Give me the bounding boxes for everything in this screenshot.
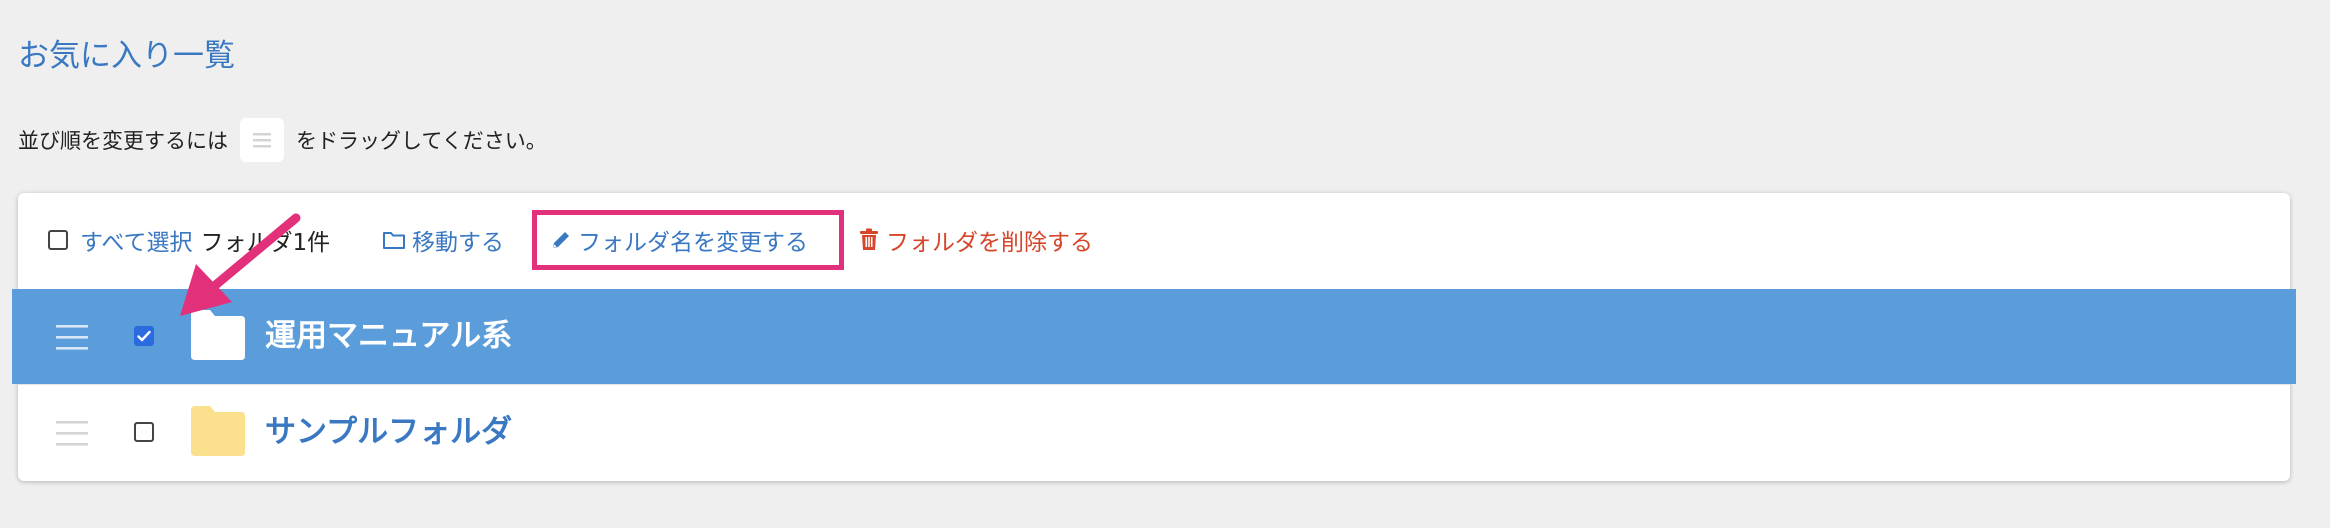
sort-instruction: 並び順を変更するには をドラッグしてください。 (18, 117, 547, 163)
delete-label: フォルダを削除する (886, 230, 1093, 256)
drag-handle-sample-icon (240, 118, 284, 162)
page-title: お気に入り一覧 (18, 38, 235, 74)
hamburger-icon[interactable] (54, 319, 90, 355)
folder-row-checkbox[interactable] (134, 326, 154, 346)
folder-outline-icon (383, 232, 405, 249)
folder-row[interactable]: 運用マニュアル系 (12, 289, 2296, 384)
move-label: 移動する (412, 230, 504, 256)
delete-button[interactable]: フォルダを削除する (858, 219, 1093, 261)
folder-row-checkbox[interactable] (134, 422, 154, 442)
highlight-annotation-box (532, 210, 844, 270)
hamburger-icon[interactable] (54, 415, 90, 451)
arrow-icon (180, 213, 301, 316)
instruction-text-after: をドラッグしてください。 (296, 129, 547, 153)
checkmark-icon (137, 330, 151, 342)
instruction-text-before: 並び順を変更するには (18, 129, 228, 153)
toolbar: すべて選択 フォルダ1件 移動する フォルダ名を変更する (18, 193, 2290, 288)
folder-row[interactable]: サンプルフォルダ (18, 385, 2290, 480)
folder-icon (191, 406, 245, 456)
favorites-panel: すべて選択 フォルダ1件 移動する フォルダ名を変更する (12, 193, 2296, 481)
select-all-checkbox[interactable] (48, 230, 68, 250)
move-button[interactable]: 移動する (382, 219, 504, 261)
folder-name[interactable]: サンプルフォルダ (265, 407, 512, 457)
trash-icon (860, 228, 878, 250)
